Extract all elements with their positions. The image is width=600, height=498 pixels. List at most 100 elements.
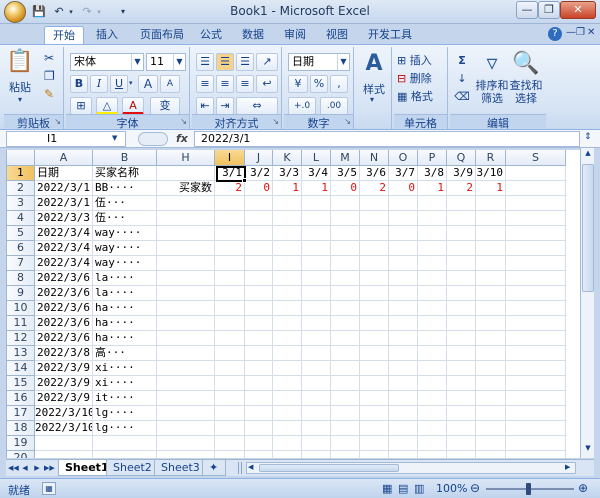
date-header-cell[interactable]: 3/7 [389,166,418,181]
paste-dropdown-icon[interactable]: ▾ [18,95,22,104]
cell[interactable] [360,226,389,241]
decrease-decimal-button[interactable]: .00 [320,97,348,115]
cell[interactable] [273,301,302,316]
cell[interactable] [331,361,360,376]
column-header-p[interactable]: P [418,150,447,166]
tab-data[interactable]: 数据 [234,26,272,44]
scroll-down-icon[interactable]: ▼ [582,444,594,456]
date-cell[interactable]: 2022/3/9 [35,391,93,406]
cell[interactable] [245,241,273,256]
count-cell[interactable]: 0 [331,181,360,196]
cell[interactable] [360,286,389,301]
vertical-scrollbar[interactable]: ▲ ▼ [580,148,594,458]
cell[interactable] [302,406,331,421]
cell[interactable] [360,256,389,271]
cell[interactable] [389,196,418,211]
styles-icon[interactable]: A [360,51,388,77]
cell[interactable] [447,331,476,346]
cell[interactable] [418,301,447,316]
cell[interactable] [506,436,566,451]
row-header-1[interactable]: 1 [7,166,35,181]
sheet-tab-2[interactable]: Sheet2 [106,460,159,476]
cell[interactable] [331,196,360,211]
date-cell[interactable]: 2022/3/10 [35,406,93,421]
zoom-slider-thumb[interactable] [526,483,531,495]
cell[interactable] [447,286,476,301]
font-dialog-launcher-icon[interactable]: ↘ [180,117,187,126]
cell[interactable] [215,271,245,286]
tab-developer[interactable]: 开发工具 [360,26,420,44]
cell[interactable] [302,226,331,241]
cell[interactable] [418,361,447,376]
cell[interactable] [215,211,245,226]
align-top-icon[interactable]: ☰ [196,53,214,71]
zoom-in-icon[interactable]: ⊕ [578,481,588,495]
cell[interactable] [506,421,566,436]
cell[interactable] [331,421,360,436]
ribbon-restore-icon[interactable]: ❐ [576,27,585,38]
cell[interactable] [302,331,331,346]
cell[interactable] [215,316,245,331]
column-header-j[interactable]: J [245,150,273,166]
cell[interactable] [506,451,566,458]
date-cell[interactable]: 2022/3/1 [35,196,93,211]
cell[interactable] [157,241,215,256]
cell[interactable] [245,196,273,211]
horizontal-scrollbar-thumb[interactable] [259,464,399,472]
row-header-6[interactable]: 6 [7,241,35,256]
count-cell[interactable]: 1 [418,181,447,196]
cell[interactable] [389,331,418,346]
cell[interactable] [93,451,157,458]
cell[interactable] [215,361,245,376]
cell[interactable] [447,316,476,331]
scroll-right-icon[interactable]: ▶ [565,463,570,471]
row-header-20[interactable]: 20 [7,451,35,458]
buyer-name-cell[interactable]: lg···· [93,406,157,421]
cell[interactable] [157,376,215,391]
buyer-name-cell[interactable]: xi···· [93,376,157,391]
cell[interactable] [476,436,506,451]
row-header-15[interactable]: 15 [7,376,35,391]
cell[interactable] [302,436,331,451]
cell[interactable] [447,391,476,406]
date-cell[interactable]: 2022/3/9 [35,361,93,376]
next-sheet-icon[interactable]: ▶ [32,462,42,474]
cell[interactable] [476,211,506,226]
cell[interactable] [245,391,273,406]
count-cell[interactable]: 2 [360,181,389,196]
row-header-11[interactable]: 11 [7,316,35,331]
font-color-button[interactable]: A [122,97,144,115]
align-center-icon[interactable]: ≡ [216,75,234,93]
underline-dropdown-icon[interactable]: ▾ [129,79,133,87]
bold-button[interactable]: B [70,75,88,93]
cell[interactable] [302,271,331,286]
tab-split-handle[interactable] [238,462,242,474]
styles-dropdown-icon[interactable]: ▾ [370,95,374,104]
borders-icon[interactable]: ⊞ [70,97,92,115]
cell[interactable] [157,301,215,316]
cell[interactable] [389,241,418,256]
scroll-up-icon[interactable]: ▲ [582,149,594,161]
prev-sheet-icon[interactable]: ◀ [20,462,30,474]
orientation-icon[interactable]: ↗ [256,53,278,71]
cell[interactable] [476,361,506,376]
cell[interactable] [360,361,389,376]
column-header-b[interactable]: B [93,150,157,166]
row-header-8[interactable]: 8 [7,271,35,286]
cell[interactable] [506,226,566,241]
cell[interactable] [360,376,389,391]
increase-decimal-button[interactable]: +.0 [288,97,316,115]
cell-b1[interactable]: 买家名称 [93,166,157,181]
minimize-button[interactable]: — [516,1,538,19]
cell[interactable] [157,271,215,286]
column-header-q[interactable]: Q [447,150,476,166]
insert-cells-button[interactable]: ⊞ 插入 [396,52,446,70]
date-cell[interactable]: 2022/3/10 [35,421,93,436]
cell[interactable] [360,211,389,226]
worksheet-grid[interactable]: ABHIJKLMNOPQRS 1 2 3 4 5 6 7 8 9 10 11 12 13 14 15 16 17… [6,150,580,458]
name-box[interactable]: I1 [6,131,126,147]
cell[interactable] [447,421,476,436]
row-header-4[interactable]: 4 [7,211,35,226]
cell[interactable] [418,271,447,286]
font-size-combo[interactable]: 11 ▼ [146,53,186,71]
